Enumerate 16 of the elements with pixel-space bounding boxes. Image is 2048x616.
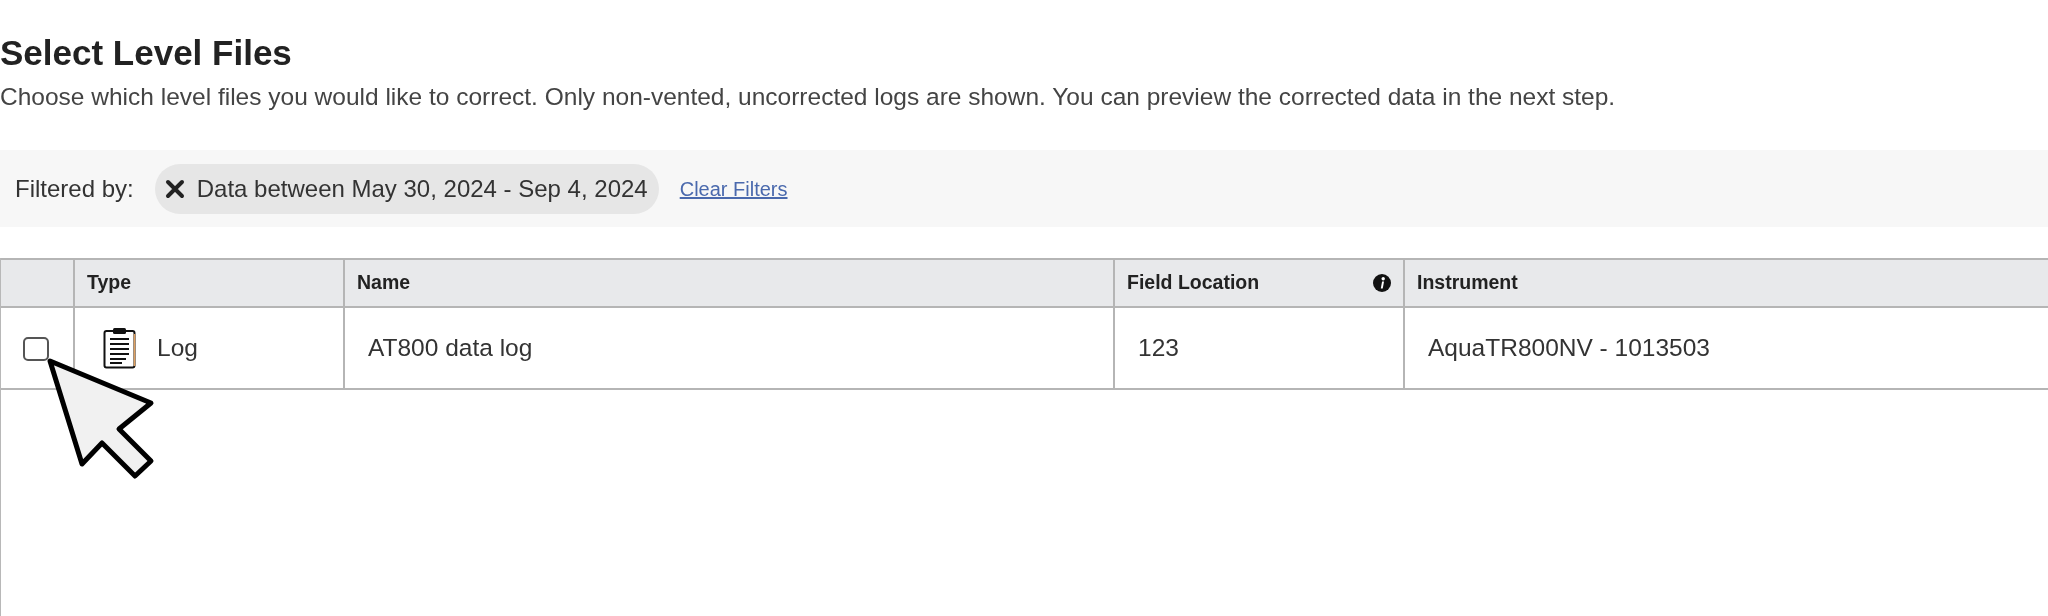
table-cell: AT800 data log [344,307,1114,389]
column-header[interactable]: Name [344,259,1114,307]
table-cell: 123 [1114,307,1404,389]
column-header[interactable]: Type [74,259,344,307]
page-description: Choose which level files you would like to correct. Only non-vented, uncorrected logs are shown. You can preview the corrected data in the next step. [0,82,1617,112]
filter-chip[interactable]: Data between May 30, 2024 - Sep 4, 2024 [154,163,659,214]
column-header-label: Field Location [1127,270,1260,296]
clear-filters-link[interactable]: Clear Filters [679,173,788,204]
filter-label: Filtered by: [15,173,134,204]
close-icon [164,178,185,199]
document-icon [103,327,136,369]
row-checkbox[interactable] [23,337,49,362]
page-title: Select Level Files [0,32,293,73]
table-cell: AquaTR800NV - 1013503 [1404,307,2048,389]
type-label: Log [157,332,198,363]
column-header[interactable]: Instrument [1404,259,2048,307]
